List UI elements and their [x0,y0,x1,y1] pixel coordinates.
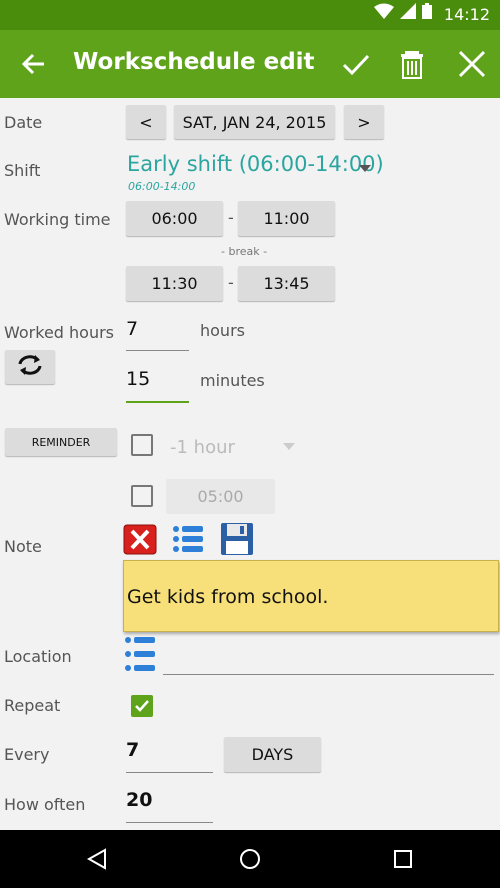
reminder-button[interactable]: REMINDER [5,428,117,456]
break-time-separator: - [228,273,234,292]
location-list-icon[interactable] [123,634,157,676]
break-start-time-button[interactable]: 11:30 [126,266,223,301]
form-content: Date < SAT, JAN 24, 2015 > Shift Early s… [0,98,500,830]
reminder-offset-checkbox[interactable] [131,434,153,456]
break-label: - break - [221,245,268,258]
every-label: Every [4,745,50,764]
shift-spinner[interactable]: Early shift (06:00-14:00) [127,152,384,176]
worked-minutes-input[interactable]: 15 [126,366,189,403]
back-arrow-icon[interactable] [20,50,48,78]
date-label: Date [4,113,43,132]
navigation-bar [0,830,500,888]
shift-label: Shift [4,161,41,180]
save-check-icon[interactable] [340,48,372,80]
location-input[interactable] [163,638,494,675]
wifi-icon [374,3,394,23]
how-often-label: How often [4,795,86,814]
work-start-time-button[interactable]: 06:00 [126,201,223,236]
status-bar: 14:12 [0,0,500,30]
signal-icon [400,3,416,23]
how-often-input[interactable]: 20 [126,788,213,823]
refresh-icon [16,354,44,380]
working-time-label: Working time [4,210,111,229]
date-next-button[interactable]: > [344,105,384,139]
hours-unit-label: hours [200,321,245,340]
recalculate-button[interactable] [5,350,55,384]
note-label: Note [4,537,42,556]
reminder-time-button[interactable]: 05:00 [166,479,275,514]
break-end-time-button[interactable]: 13:45 [238,266,335,301]
close-icon[interactable] [456,48,488,80]
worked-hours-input[interactable]: 7 [126,316,189,351]
home-circle-icon[interactable] [239,848,261,874]
repeat-label: Repeat [4,696,61,715]
note-sticky[interactable]: Get kids from school. [123,560,499,632]
date-prev-button[interactable]: < [126,105,166,139]
battery-icon [422,3,432,23]
every-input[interactable]: 7 [126,738,213,773]
dropdown-arrow-icon[interactable] [359,165,371,172]
note-text: Get kids from school. [127,586,329,608]
reminder-offset-spinner[interactable]: -1 hour [170,437,235,458]
status-icons [374,3,432,23]
app-bar: Workschedule edit [0,30,500,98]
clear-note-icon[interactable] [123,524,157,555]
reminder-time-checkbox[interactable] [131,485,153,507]
status-time: 14:12 [443,5,490,24]
back-triangle-icon[interactable] [86,848,108,874]
dropdown-arrow-icon[interactable] [283,443,295,450]
minutes-unit-label: minutes [200,371,265,390]
work-end-time-button[interactable]: 11:00 [238,201,335,236]
worked-hours-label: Worked hours [4,323,115,342]
page-title: Workschedule edit [73,49,315,75]
repeat-checkbox[interactable] [131,695,153,717]
repeat-unit-button[interactable]: DAYS [224,737,321,772]
time-separator: - [228,208,234,227]
date-picker-button[interactable]: SAT, JAN 24, 2015 [174,105,335,139]
shift-subtext: 06:00-14:00 [128,180,196,193]
save-note-floppy-icon[interactable] [220,522,254,556]
delete-trash-icon[interactable] [396,48,428,80]
note-list-icon[interactable] [171,524,205,556]
recents-square-icon[interactable] [393,849,413,873]
location-label: Location [4,647,72,666]
